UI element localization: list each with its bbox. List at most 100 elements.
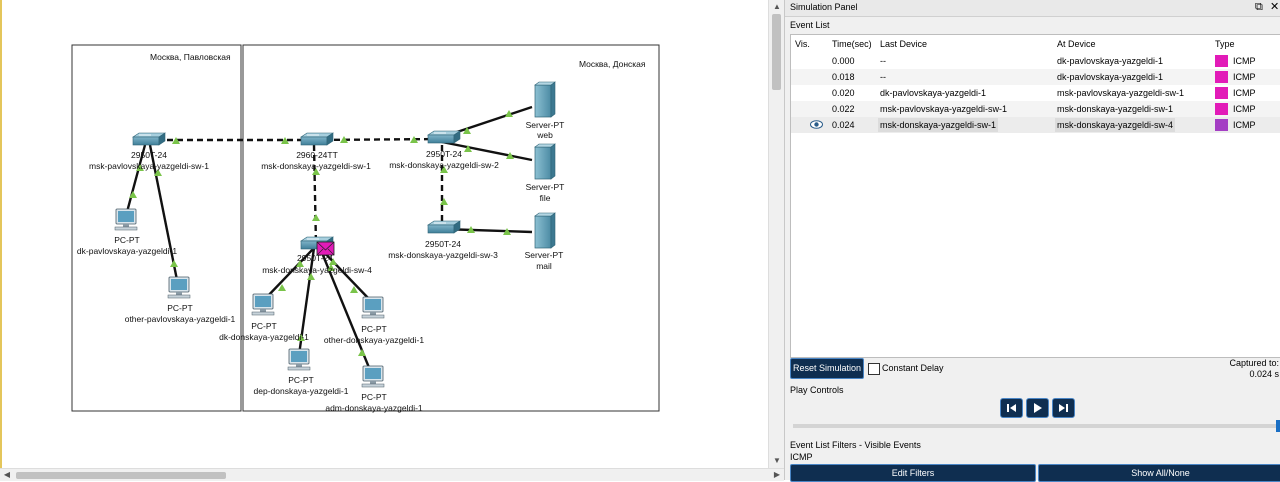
reset-simulation-button[interactable]: Reset Simulation [790, 358, 864, 379]
captured-to-value: 0.024 s [1249, 369, 1279, 379]
device-name-label[interactable]: msk-donskaya-yazgeldi-sw-2 [389, 160, 499, 170]
area-label-donskaya: Москва, Донская [579, 59, 646, 69]
simulation-panel: Simulation Panel ⧉ ✕ Event List Vis. Tim… [784, 0, 1280, 482]
device-model-label: PC-PT [361, 392, 387, 402]
event-color-swatch[interactable] [1215, 55, 1228, 67]
event-type: ICMP [1233, 72, 1256, 82]
device-name-label[interactable]: adm-donskaya-yazgeldi-1 [325, 403, 422, 413]
device-model-label: 2950T-24 [425, 239, 461, 249]
scroll-right-icon[interactable]: ▶ [770, 469, 784, 481]
step-back-button[interactable] [1000, 398, 1023, 418]
event-last-device: -- [880, 72, 886, 82]
table-row[interactable]: 0.020 dk-pavlovskaya-yazgeldi-1 msk-pavl… [791, 85, 1280, 101]
event-at-device: dk-pavlovskaya-yazgeldi-1 [1057, 72, 1164, 82]
constant-delay-checkbox[interactable] [868, 363, 880, 375]
event-color-swatch[interactable] [1215, 87, 1228, 99]
step-forward-button[interactable] [1052, 398, 1075, 418]
event-type: ICMP [1233, 120, 1256, 130]
vertical-scrollbar[interactable]: ▲ ▼ [768, 0, 785, 468]
play-controls-label: Play Controls [790, 385, 844, 395]
play-button[interactable] [1026, 398, 1049, 418]
event-time: 0.018 [832, 72, 855, 82]
device-name-label[interactable]: dk-pavlovskaya-yazgeldi-1 [77, 246, 177, 256]
device-name-label[interactable]: msk-donskaya-yazgeldi-sw-3 [388, 250, 498, 260]
device-model-label: PC-PT [167, 303, 193, 313]
event-list-label: Event List [790, 20, 830, 30]
step-forward-icon [1059, 404, 1068, 412]
undock-icon[interactable]: ⧉ [1255, 1, 1263, 14]
event-color-swatch[interactable] [1215, 71, 1228, 83]
play-speed-slider[interactable] [793, 424, 1280, 428]
event-type: ICMP [1233, 56, 1256, 66]
horizontal-scrollbar[interactable]: ◀ ▶ [0, 468, 784, 481]
area-label-pavlovskaya: Москва, Павловская [150, 52, 231, 62]
play-icon [1034, 403, 1042, 413]
switch-icon [300, 132, 334, 146]
event-filters-label: Event List Filters - Visible Events [790, 440, 921, 450]
switch-icon [132, 132, 166, 146]
pc-icon [167, 276, 191, 299]
device-name-label[interactable]: dk-donskaya-yazgeldi-1 [219, 332, 309, 342]
scroll-left-icon[interactable]: ◀ [0, 469, 14, 481]
event-time: 0.022 [832, 104, 855, 114]
scroll-thumb[interactable] [772, 14, 781, 90]
pc-icon [361, 365, 385, 388]
event-time: 0.020 [832, 88, 855, 98]
server-icon [534, 81, 556, 118]
event-color-swatch[interactable] [1215, 119, 1228, 131]
device-model-label: Server-PT [525, 182, 565, 192]
device-name-label[interactable]: msk-donskaya-yazgeldi-sw-4 [262, 265, 372, 275]
device-name-label[interactable]: other-donskaya-yazgeldi-1 [324, 335, 424, 345]
server-icon [534, 143, 556, 180]
show-all-none-button[interactable]: Show All/None [1038, 464, 1280, 482]
device-name-label[interactable]: dep-donskaya-yazgeldi-1 [254, 386, 349, 396]
event-last-device: msk-pavlovskaya-yazgeldi-sw-1 [880, 104, 1008, 114]
play-speed-slider-thumb[interactable] [1276, 420, 1280, 432]
captured-to-label: Captured to: [1229, 358, 1279, 368]
device-name-label[interactable]: mail [536, 261, 552, 271]
event-at-device: msk-pavlovskaya-yazgeldi-sw-1 [1057, 88, 1185, 98]
eye-icon[interactable] [810, 120, 823, 129]
event-at-device: msk-donskaya-yazgeldi-sw-1 [1057, 104, 1174, 114]
server-icon [534, 212, 556, 249]
device-model-label: PC-PT [288, 375, 314, 385]
panel-title: Simulation Panel [790, 2, 858, 12]
edit-filters-button[interactable]: Edit Filters [790, 464, 1036, 482]
column-header-time[interactable]: Time(sec) [832, 39, 872, 49]
column-header-last-device[interactable]: Last Device [880, 39, 927, 49]
event-time: 0.024 [832, 120, 855, 130]
event-list-table[interactable]: Vis. Time(sec) Last Device At Device Typ… [790, 34, 1280, 358]
switch-icon [427, 130, 461, 144]
event-last-device: dk-pavlovskaya-yazgeldi-1 [880, 88, 987, 98]
scroll-up-icon[interactable]: ▲ [769, 0, 785, 14]
column-header-vis[interactable]: Vis. [795, 39, 810, 49]
scroll-down-icon[interactable]: ▼ [769, 454, 785, 468]
pc-icon [361, 296, 385, 319]
logical-workspace[interactable]: Москва, Павловская Москва, Донская 2950T… [0, 0, 768, 468]
device-model-label: PC-PT [251, 321, 277, 331]
event-color-swatch[interactable] [1215, 103, 1228, 115]
event-filters-value: ICMP [790, 452, 813, 462]
table-row[interactable]: 0.000 -- dk-pavlovskaya-yazgeldi-1 ICMP [791, 53, 1280, 69]
event-type: ICMP [1233, 88, 1256, 98]
device-model-label: 2950T-24 [297, 253, 333, 263]
table-row[interactable]: 0.022 msk-pavlovskaya-yazgeldi-sw-1 msk-… [791, 101, 1280, 117]
table-row-selected[interactable]: 0.024 msk-donskaya-yazgeldi-sw-1 msk-don… [791, 117, 1280, 133]
pc-icon [114, 208, 138, 231]
device-name-label[interactable]: web [537, 130, 553, 140]
column-header-type[interactable]: Type [1215, 39, 1235, 49]
column-header-at-device[interactable]: At Device [1057, 39, 1096, 49]
device-name-label[interactable]: other-pavlovskaya-yazgeldi-1 [125, 314, 236, 324]
device-name-label[interactable]: file [540, 193, 551, 203]
table-row[interactable]: 0.018 -- dk-pavlovskaya-yazgeldi-1 ICMP [791, 69, 1280, 85]
device-name-label[interactable]: msk-donskaya-yazgeldi-sw-1 [261, 161, 371, 171]
close-icon[interactable]: ✕ [1270, 1, 1279, 14]
panel-title-bar: Simulation Panel ⧉ ✕ [785, 0, 1280, 17]
area-pavlovskaya-box [71, 44, 242, 412]
constant-delay-label: Constant Delay [882, 363, 944, 373]
device-model-label: Server-PT [524, 250, 564, 260]
event-time: 0.000 [832, 56, 855, 66]
device-model-label: PC-PT [114, 235, 140, 245]
scroll-thumb[interactable] [16, 472, 226, 479]
device-name-label[interactable]: msk-pavlovskaya-yazgeldi-sw-1 [89, 161, 209, 171]
